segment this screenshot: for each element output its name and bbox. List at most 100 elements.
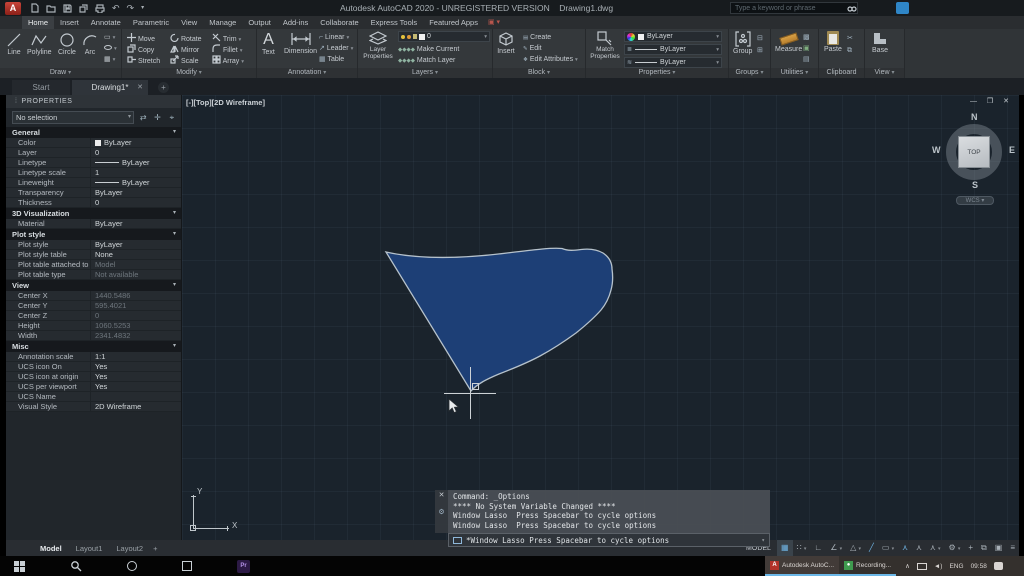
viewcube-west[interactable]: W <box>932 145 941 155</box>
ortho-mode-icon[interactable]: ∟ <box>810 540 826 556</box>
task-view-icon[interactable] <box>182 561 192 571</box>
id-point-icon[interactable]: ▣ <box>803 44 810 53</box>
edit-block-tool[interactable]: ✎ Edit <box>523 44 542 54</box>
undo-icon[interactable]: ↶ <box>112 1 120 15</box>
text-tool[interactable]: A Text <box>262 31 275 56</box>
copy-tool[interactable]: Copy <box>127 44 154 55</box>
taskbar-search-icon[interactable] <box>70 560 82 572</box>
snap-mode-icon[interactable]: ∷ ▾ <box>793 540 811 557</box>
premiere-icon[interactable]: Pr <box>237 560 250 573</box>
tray-expand-icon[interactable]: ∧ <box>905 562 910 570</box>
lineweight-dropdown[interactable]: ≣ ByLayer ▾ <box>624 44 722 55</box>
viewcube-north[interactable]: N <box>971 112 978 122</box>
create-block-tool[interactable]: ▤ Create <box>523 33 551 43</box>
group-tool[interactable]: Group <box>733 31 752 55</box>
ribbon-extra-icon[interactable]: ▣ ▾ <box>488 16 500 29</box>
plot-icon[interactable] <box>95 4 105 13</box>
cortana-icon[interactable] <box>127 561 137 571</box>
layer-select-dropdown[interactable]: 0 ▾ <box>398 31 490 42</box>
customize-command-icon[interactable]: ⚙ <box>435 507 448 518</box>
panel-label-draw[interactable]: Draw ▾ <box>0 68 121 78</box>
tab-addins[interactable]: Add-ins <box>277 16 314 29</box>
close-command-icon[interactable]: ✕ <box>435 490 448 501</box>
panel-label-modify[interactable]: Modify ▾ <box>122 68 256 78</box>
quick-select-icon[interactable]: ⌖ <box>167 112 177 123</box>
tab-annotate[interactable]: Annotate <box>85 16 127 29</box>
wcs-dropdown[interactable]: WCS ▾ <box>956 196 994 205</box>
selection-dropdown[interactable]: No selection▾ <box>12 111 134 124</box>
layer-properties-tool[interactable]: Layer Properties <box>362 31 394 60</box>
autoscale-icon[interactable]: ⋏ <box>912 540 926 556</box>
linetype-dropdown[interactable]: ≋ ByLayer ▾ <box>624 57 722 68</box>
measure-tool[interactable]: Measure <box>775 31 802 53</box>
scale-tool[interactable]: Scale <box>170 55 198 66</box>
section-view[interactable]: View▾ <box>6 280 181 291</box>
tab-view[interactable]: View <box>175 16 203 29</box>
cut-icon[interactable]: ✂ <box>847 34 853 43</box>
array-tool[interactable]: Array ▾ <box>212 55 244 67</box>
clock[interactable]: 09:58 <box>971 563 987 570</box>
linear-tool[interactable]: ⌐ Linear ▾ <box>319 33 349 43</box>
save-all-icon[interactable] <box>79 4 88 13</box>
circle-tool[interactable]: Circle <box>58 32 76 56</box>
layout-tab-model[interactable]: Model <box>34 544 68 553</box>
layout-tab-layout1[interactable]: Layout1 <box>70 544 109 553</box>
calculator-icon[interactable]: ▤ <box>803 55 810 64</box>
leader-tool[interactable]: ↗ Leader ▾ <box>319 44 353 54</box>
copy-clip-icon[interactable]: ⧉ <box>847 46 852 55</box>
open-file-icon[interactable] <box>46 4 56 13</box>
move-tool[interactable]: Move <box>127 33 155 44</box>
quick-properties-icon[interactable]: ▣ <box>991 540 1007 556</box>
command-history[interactable]: Command: _Options **** No System Variabl… <box>448 490 770 533</box>
customization-icon[interactable]: ≡ <box>1006 540 1019 556</box>
viewcube-top-face[interactable]: TOP <box>958 136 990 168</box>
panel-label-block[interactable]: Block ▾ <box>493 68 585 78</box>
drawing-canvas[interactable]: [-][Top][2D Wireframe] — ❒ ✕ N W E S TOP… <box>182 95 1019 540</box>
network-icon[interactable] <box>917 563 927 570</box>
rotate-tool[interactable]: Rotate <box>170 33 202 44</box>
tab-insert[interactable]: Insert <box>54 16 85 29</box>
panel-label-view[interactable]: View ▾ <box>865 68 904 78</box>
language-indicator[interactable]: ENG <box>949 563 963 570</box>
dimension-tool[interactable]: Dimension <box>284 31 317 55</box>
help-search-box[interactable]: Type a keyword or phrase <box>730 2 858 14</box>
base-tool[interactable]: Base <box>872 31 888 54</box>
tab-home[interactable]: Home <box>22 16 54 29</box>
taskbar-app-recording[interactable]: ● Recording... <box>839 556 896 576</box>
annotation-monitor-icon[interactable]: + <box>964 540 977 556</box>
tab-express-tools[interactable]: Express Tools <box>365 16 424 29</box>
ungroup-icon[interactable]: ⊟ <box>757 34 763 43</box>
table-tool[interactable]: ▦ Table <box>319 55 344 64</box>
autocad-logo-icon[interactable]: A <box>5 2 21 15</box>
panel-label-groups[interactable]: Groups ▾ <box>729 68 770 78</box>
annotation-visibility-icon[interactable]: ⋏ <box>898 540 912 556</box>
new-tab-icon[interactable]: + <box>158 82 169 93</box>
hatch-tool[interactable]: ▦ ▾ <box>104 55 115 65</box>
sign-in-icon[interactable] <box>896 2 909 14</box>
file-tab-drawing1[interactable]: Drawing1*✕ <box>72 80 148 95</box>
binoculars-icon[interactable] <box>847 4 857 13</box>
taskbar-app-autocad[interactable]: A Autodesk AutoC... <box>765 556 839 576</box>
panel-label-annotation[interactable]: Annotation ▾ <box>257 68 357 78</box>
command-input[interactable]: *Window Lasso Press Spacebar to cycle op… <box>448 533 770 547</box>
panel-label-properties[interactable]: Properties ▾ <box>586 68 728 78</box>
polar-tracking-icon[interactable]: ∠ ▾ <box>826 540 846 557</box>
redo-icon[interactable]: ↷ <box>127 1 135 15</box>
units-icon[interactable]: ⧉ <box>977 540 991 556</box>
quick-calc-icon[interactable]: ▩ <box>803 33 810 42</box>
section-misc[interactable]: Misc▾ <box>6 341 181 352</box>
select-objects-icon[interactable]: ✛ <box>152 112 162 123</box>
annotation-scale-icon[interactable]: ⋏ ▾ <box>926 540 945 557</box>
section-plot-style[interactable]: Plot style▾ <box>6 229 181 240</box>
object-snap-tracking-icon[interactable]: ╱ <box>865 540 878 556</box>
viewcube-east[interactable]: E <box>1009 145 1015 155</box>
ellipse-tool[interactable]: ▾ <box>104 44 117 54</box>
layout-tab-layout2[interactable]: Layout2 <box>110 544 149 553</box>
new-file-icon[interactable] <box>31 3 39 13</box>
file-tab-start[interactable]: Start <box>12 80 70 95</box>
make-current-tool[interactable]: ◆◆◆◆ Make Current <box>398 45 459 55</box>
paste-tool[interactable]: Paste <box>824 31 842 53</box>
start-button-icon[interactable] <box>14 561 25 572</box>
section-3d-visualization[interactable]: 3D Visualization▾ <box>6 208 181 219</box>
tab-collaborate[interactable]: Collaborate <box>314 16 364 29</box>
